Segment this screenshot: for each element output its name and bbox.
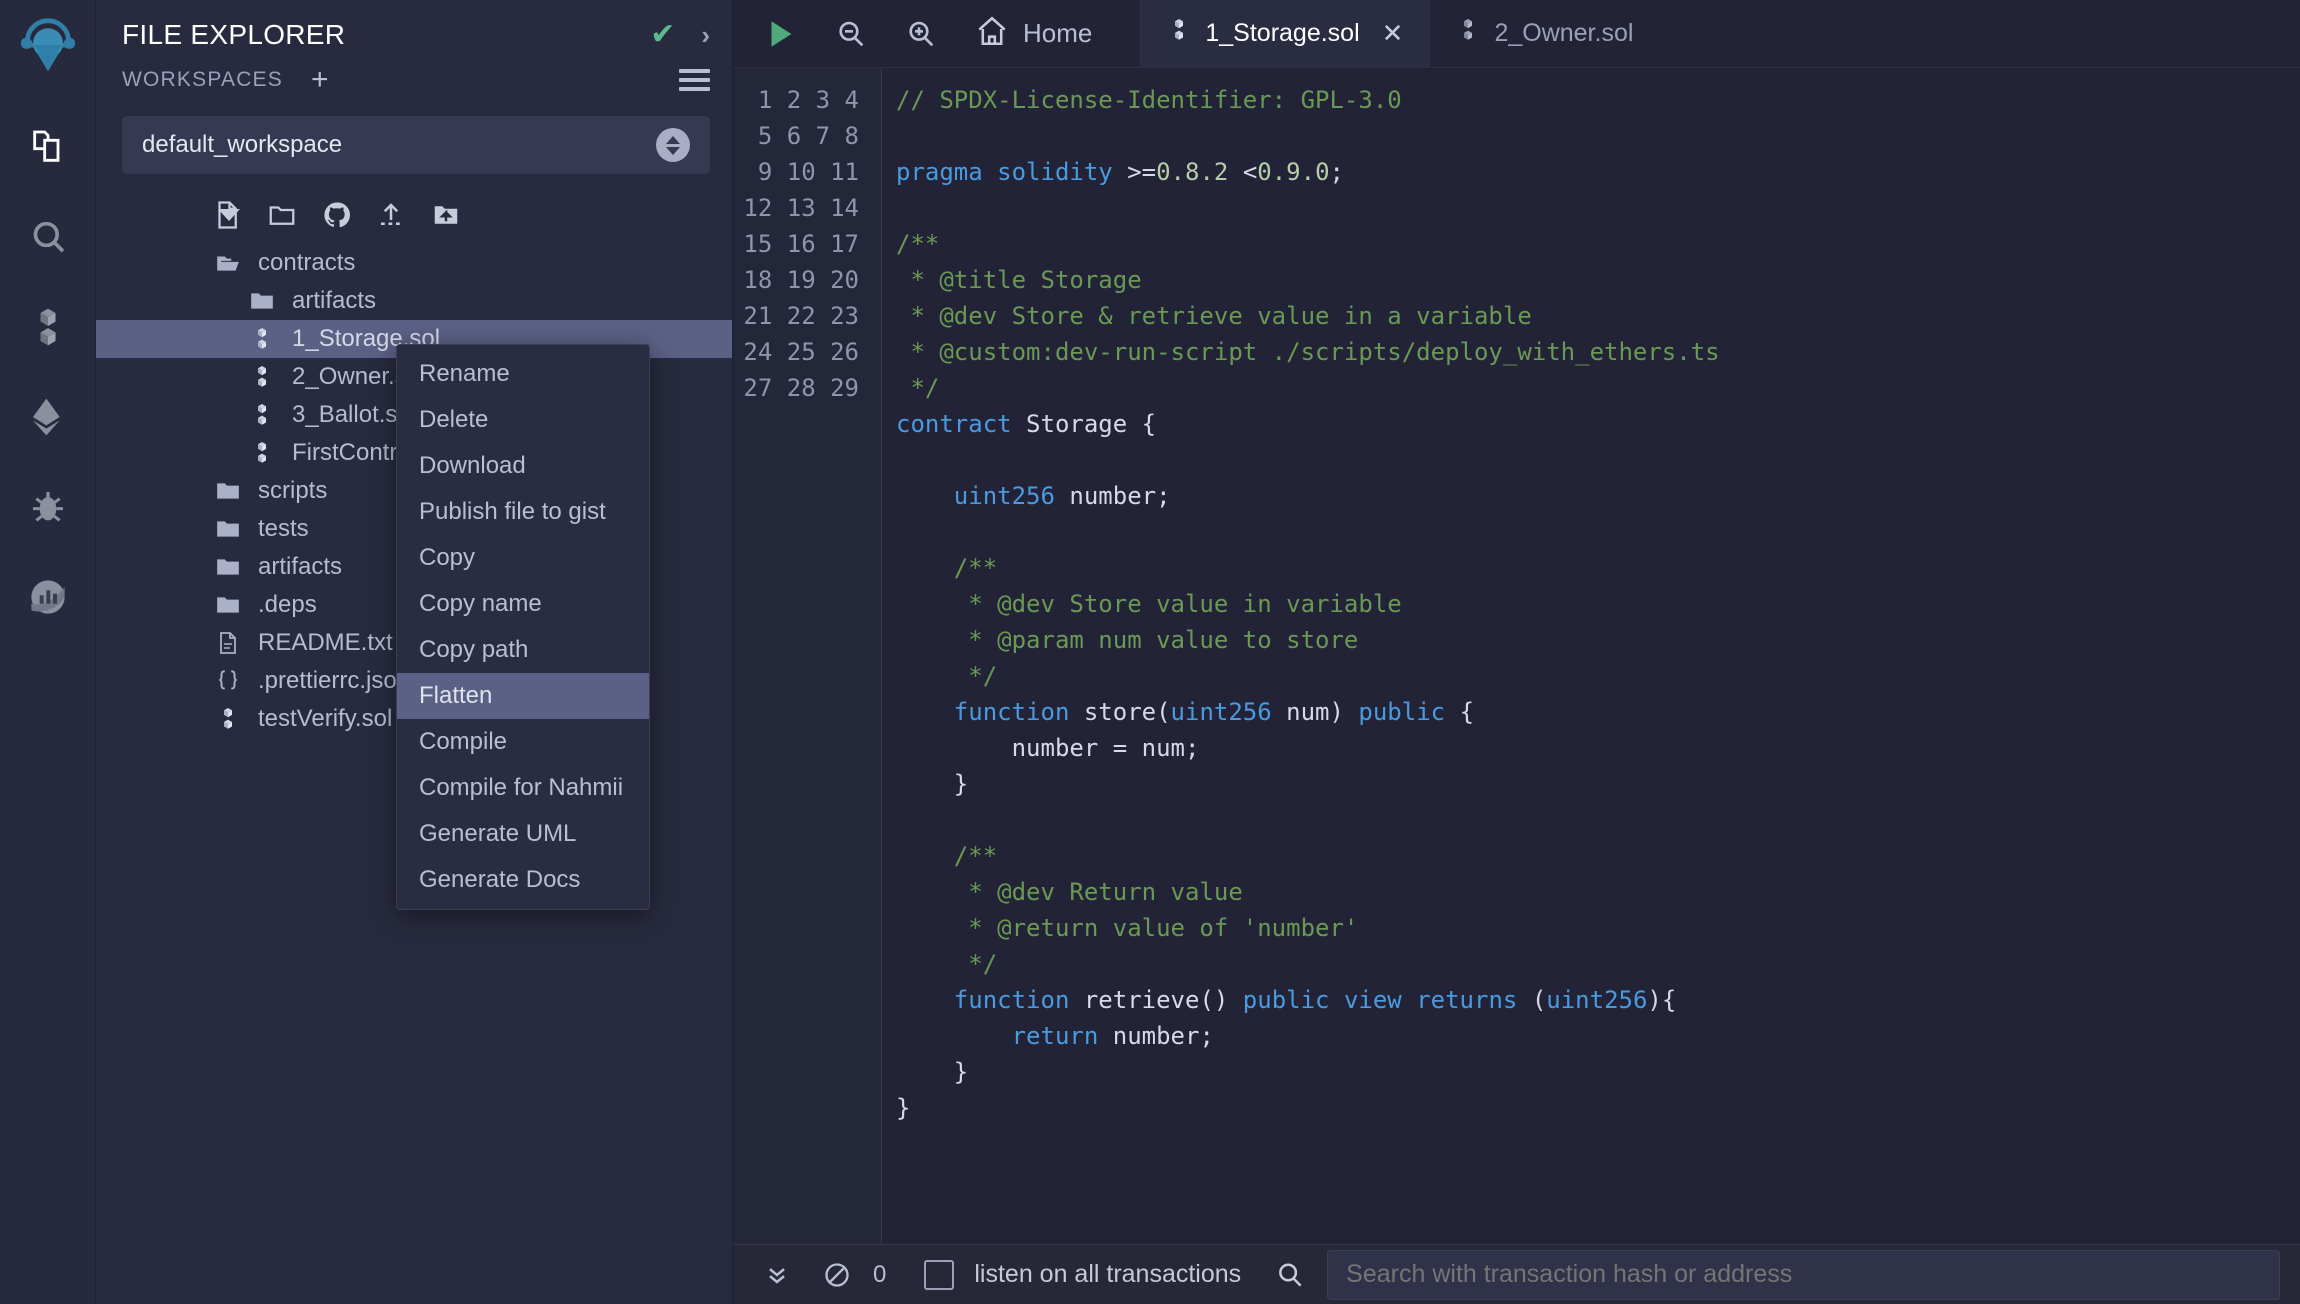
remix-ide-window: FILE EXPLORER ✔ › WORKSPACES + default_w… [0, 0, 2300, 1304]
folder-icon [214, 554, 242, 580]
folder-icon [214, 516, 242, 542]
context-menu-item-generate-uml[interactable]: Generate UML [397, 811, 649, 857]
sidebar-item-deploy-run[interactable] [15, 384, 81, 450]
tree-label: contracts [258, 249, 356, 276]
zoom-in-icon[interactable] [905, 18, 937, 50]
sidebar-item-search[interactable] [15, 204, 81, 270]
context-menu-item-publish-file-to-gist[interactable]: Publish file to gist [397, 489, 649, 535]
context-menu-item-generate-docs[interactable]: Generate Docs [397, 857, 649, 903]
context-menu-item-download[interactable]: Download [397, 443, 649, 489]
tree-label: artifacts [258, 553, 343, 580]
chevron-down-icon[interactable] [218, 209, 240, 221]
solidity-icon [248, 365, 276, 389]
tree-label: .prettierrc.json [258, 667, 411, 694]
remix-logo [15, 14, 81, 80]
sidebar-item-analysis[interactable] [15, 564, 81, 630]
context-menu-item-copy-path[interactable]: Copy path [397, 627, 649, 673]
tree-label: scripts [258, 477, 328, 504]
solidity-icon [248, 327, 276, 351]
tree-row-contracts[interactable]: contracts [96, 244, 732, 282]
tree-label: .deps [258, 591, 317, 618]
code-editor[interactable]: 1 2 3 4 5 6 7 8 9 10 11 12 13 14 15 16 1… [733, 68, 2300, 1244]
play-icon[interactable] [763, 17, 797, 51]
terminal-bar: 0 listen on all transactions [733, 1244, 2300, 1304]
page-title: FILE EXPLORER [122, 19, 346, 50]
tree-label: testVerify.sol [258, 705, 393, 732]
home-tab-label: Home [1023, 18, 1093, 48]
file-explorer-panel: FILE EXPLORER ✔ › WORKSPACES + default_w… [96, 0, 733, 1304]
json-braces-icon [214, 668, 242, 694]
workspace-menu-icon[interactable] [679, 69, 710, 91]
no-entry-icon[interactable] [807, 1261, 867, 1289]
context-menu-item-copy[interactable]: Copy [397, 535, 649, 581]
home-tab[interactable]: Home [975, 14, 1114, 53]
tab-label: 1_Storage.sol [1205, 19, 1360, 47]
tree-row-artifacts-nested[interactable]: artifacts [96, 282, 732, 320]
chevron-updown-icon[interactable] [656, 128, 690, 162]
editor-tab-bar: Home 1_Storage.sol ✕ 2_Owner.sol [733, 0, 2300, 68]
chevron-right-icon[interactable]: › [701, 22, 710, 48]
panel-header: FILE EXPLORER ✔ › [96, 0, 732, 56]
context-menu-item-copy-name[interactable]: Copy name [397, 581, 649, 627]
sidebar-item-solidity-compiler[interactable] [15, 294, 81, 360]
search-icon[interactable] [1241, 1260, 1327, 1290]
activity-bar [0, 0, 96, 1304]
terminal-count: 0 [873, 1260, 887, 1288]
tree-label: README.txt [258, 629, 393, 656]
file-icon [214, 630, 242, 656]
solidity-icon [248, 441, 276, 465]
tab-1-storage-sol[interactable]: 1_Storage.sol ✕ [1140, 0, 1430, 67]
file-context-menu: Rename Delete Download Publish file to g… [396, 344, 650, 910]
upload-folder-icon[interactable] [430, 200, 462, 230]
folder-icon [248, 288, 276, 314]
workspace-select-value: default_workspace [142, 131, 343, 158]
context-menu-item-rename[interactable]: Rename [397, 351, 649, 397]
context-menu-item-compile[interactable]: Compile [397, 719, 649, 765]
zoom-out-icon[interactable] [835, 18, 867, 50]
solidity-icon [1167, 18, 1191, 49]
solidity-icon [1456, 18, 1480, 49]
workspace-select[interactable]: default_workspace [122, 116, 710, 174]
context-menu-item-delete[interactable]: Delete [397, 397, 649, 443]
folder-icon [214, 478, 242, 504]
editor-toolbar: Home [733, 0, 1140, 67]
check-icon[interactable]: ✔ [650, 20, 675, 50]
explorer-toolbar [96, 174, 732, 240]
close-icon[interactable]: ✕ [1382, 18, 1404, 49]
workspaces-label: WORKSPACES [122, 68, 283, 91]
sidebar-item-debugger[interactable] [15, 474, 81, 540]
new-folder-icon[interactable] [266, 200, 298, 230]
line-number-gutter: 1 2 3 4 5 6 7 8 9 10 11 12 13 14 15 16 1… [733, 68, 881, 1244]
upload-file-icon[interactable] [376, 200, 406, 230]
home-icon [975, 14, 1009, 53]
listen-all-transactions-checkbox[interactable] [924, 1259, 955, 1290]
sidebar-item-file-explorer[interactable] [15, 114, 81, 180]
solidity-icon [248, 403, 276, 427]
folder-icon [214, 592, 242, 618]
tab-label: 2_Owner.sol [1494, 19, 1634, 47]
main-area: Home 1_Storage.sol ✕ 2_Owner.sol 1 2 3 4… [733, 0, 2300, 1304]
tree-label: artifacts [292, 287, 377, 314]
listen-all-transactions-label: listen on all transactions [974, 1260, 1242, 1288]
transaction-search-input[interactable] [1327, 1249, 2280, 1300]
folder-open-icon [214, 250, 242, 276]
workspaces-row: WORKSPACES + [96, 56, 732, 100]
github-icon[interactable] [322, 200, 352, 230]
tab-2-owner-sol[interactable]: 2_Owner.sol [1429, 0, 1659, 67]
double-chevron-down-icon[interactable] [747, 1261, 807, 1289]
add-workspace-button[interactable]: + [311, 65, 329, 95]
code-content[interactable]: // SPDX-License-Identifier: GPL-3.0 prag… [881, 68, 2300, 1244]
context-menu-item-flatten[interactable]: Flatten [397, 673, 649, 719]
solidity-icon [214, 707, 242, 731]
context-menu-item-compile-for-nahmii[interactable]: Compile for Nahmii [397, 765, 649, 811]
tree-label: tests [258, 515, 309, 542]
